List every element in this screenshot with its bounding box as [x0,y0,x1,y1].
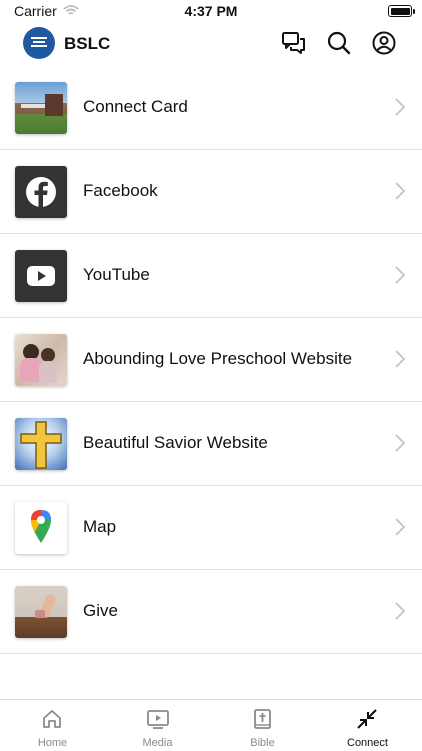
list-item[interactable]: Abounding Love Preschool Website [0,318,422,402]
chevron-right-icon [395,350,405,368]
tab-bible[interactable]: Bible [210,700,315,751]
tab-label: Home [37,737,68,749]
tab-label: Media [142,737,173,749]
list-item-label: Connect Card [83,97,188,116]
chevron-right-icon [395,434,405,452]
list-item[interactable]: Beautiful Savior Website [0,402,422,486]
app-title: BSLC [64,34,111,53]
tab-connect[interactable]: Connect [315,700,420,751]
cross-icon [15,418,67,470]
bible-icon [254,709,271,729]
tab-bar: Home Media Bible Connect [0,699,422,751]
facebook-icon [15,166,67,218]
list-item[interactable]: Give [0,570,422,654]
media-icon [147,710,169,729]
list-item[interactable]: Connect Card [0,66,422,150]
tab-label: Bible [250,737,275,749]
list-item-label: Give [83,601,118,620]
list-item[interactable]: Facebook [0,150,422,234]
list-item[interactable]: YouTube [0,234,422,318]
chevron-right-icon [395,518,405,536]
map-pin-icon [15,502,67,554]
chat-icon[interactable] [281,30,307,56]
status-bar: Carrier 4:37 PM [0,0,422,22]
list-item-label: Abounding Love Preschool Website [83,349,353,368]
church-building-photo [15,82,67,134]
list-item-label: Map [83,517,117,536]
profile-icon[interactable] [371,30,397,56]
chevron-right-icon [395,182,405,200]
chevron-right-icon [395,266,405,284]
preschool-children-photo [15,334,67,386]
list-item-label: YouTube [83,265,150,284]
connect-list: Connect Card Facebook YouTube Abounding … [0,66,422,654]
clock: 4:37 PM [184,3,238,19]
tab-home[interactable]: Home [0,700,105,751]
tab-label: Connect [347,737,388,749]
chevron-right-icon [395,98,405,116]
search-icon[interactable] [326,30,352,56]
chevron-right-icon [395,602,405,620]
app-logo [23,27,55,59]
list-item-label: Facebook [83,181,158,200]
tab-media[interactable]: Media [105,700,210,751]
list-item-label: Beautiful Savior Website [83,433,268,452]
battery-icon [388,5,415,17]
connect-icon [357,709,377,729]
giving-photo [15,586,67,638]
youtube-icon [15,250,67,302]
list-item[interactable]: Map [0,486,422,570]
app-header: BSLC [0,24,422,64]
home-icon [43,710,61,728]
